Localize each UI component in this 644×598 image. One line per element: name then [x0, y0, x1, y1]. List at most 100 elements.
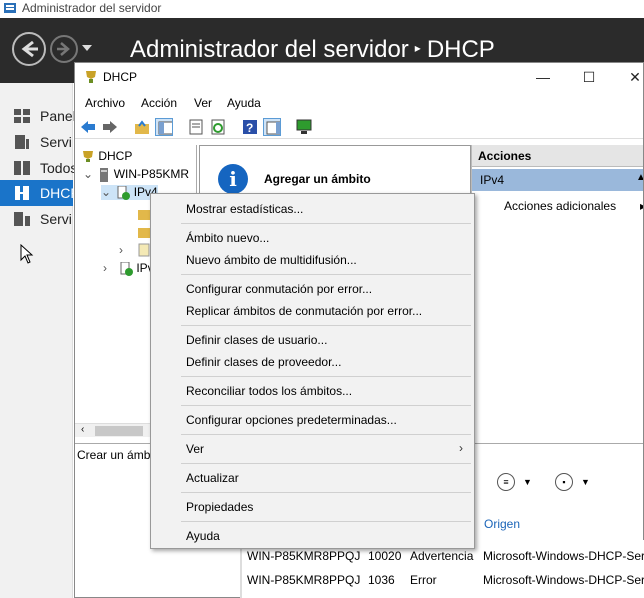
sidebar-item-label: Panel: [40, 108, 76, 124]
expand-chevron-icon[interactable]: ›: [103, 261, 107, 275]
menu-item-label: Nuevo ámbito de multidifusión...: [186, 253, 357, 267]
tree-node-dhcp-root[interactable]: DHCP: [81, 149, 132, 163]
sidebar-item-all-servers[interactable]: Todos: [0, 155, 77, 181]
sidebar-item-local-server[interactable]: Servi: [0, 129, 73, 155]
menu-separator: [181, 405, 471, 406]
menu-item-label: Ver: [186, 442, 205, 456]
menu-item-label: Mostrar estadísticas...: [186, 202, 304, 216]
menu-item-properties[interactable]: Propiedades: [152, 496, 473, 518]
menu-item-show-statistics[interactable]: Mostrar estadísticas...: [152, 198, 473, 220]
policies-icon[interactable]: [137, 243, 151, 257]
menu-item-new-scope[interactable]: Ámbito nuevo...: [152, 227, 473, 249]
forward-button[interactable]: [50, 35, 78, 63]
maximize-icon: ☐: [582, 69, 596, 85]
cell-source: Microsoft-Windows-DHCP-Ser: [483, 573, 644, 587]
monitor-icon[interactable]: [295, 118, 313, 136]
dhcp-node-icon: [83, 151, 93, 163]
tree-node-ipv6[interactable]: IPv: [119, 261, 154, 276]
show-hide-tree-icon[interactable]: [155, 118, 173, 136]
menu-item-replicate-failover-scopes[interactable]: Replicar ámbitos de conmutación por erro…: [152, 300, 473, 322]
menu-item-label: Actualizar: [186, 471, 239, 485]
cell-server: WIN-P85KMR8PPQJ: [247, 549, 361, 563]
add-scope-heading[interactable]: Agregar un ámbito: [264, 172, 371, 186]
forward-icon[interactable]: [101, 118, 119, 136]
menu-item-label: Reconciliar todos los ámbitos...: [186, 384, 353, 398]
cell-level: Advertencia: [410, 549, 474, 563]
refresh-icon[interactable]: [209, 118, 227, 136]
collapse-chevron-icon[interactable]: ⌄: [83, 167, 95, 181]
cell-level: Error: [410, 573, 437, 587]
up-folder-icon[interactable]: [133, 118, 151, 136]
menu-item-configure-failover[interactable]: Configurar conmutación por error...: [152, 278, 473, 300]
minimize-icon: —: [536, 69, 550, 85]
scroll-left-icon[interactable]: ‹: [81, 424, 84, 435]
server-manager-app-icon: [4, 3, 16, 13]
ipv4-node-icon: [117, 185, 131, 200]
dhcp-role-icon: [15, 186, 29, 200]
menu-item-set-predefined-options[interactable]: Configurar opciones predeterminadas...: [152, 409, 473, 431]
menu-archivo[interactable]: Archivo: [85, 96, 125, 110]
window-title: Administrador del servidor: [22, 1, 162, 15]
menu-separator: [181, 434, 471, 435]
menu-item-new-multicast-scope[interactable]: Nuevo ámbito de multidifusión...: [152, 249, 473, 271]
list-view-icon[interactable]: ≡: [497, 473, 515, 491]
cell-source: Microsoft-Windows-DHCP-Ser: [483, 549, 644, 563]
back-button[interactable]: [12, 32, 46, 66]
menu-separator: [181, 274, 471, 275]
sidebar-item-dhcp[interactable]: DHCP: [0, 180, 80, 206]
folder-icon[interactable]: [137, 225, 151, 239]
server-node-icon: [100, 167, 109, 182]
collapse-up-icon[interactable]: ▲: [636, 172, 643, 183]
menu-bar: Archivo Acción Ver Ayuda: [75, 93, 643, 113]
server-manager-titlebar: Administrador del servidor: [0, 0, 644, 18]
menu-accion[interactable]: Acción: [141, 96, 177, 110]
server-icon: [15, 135, 29, 149]
minimize-button[interactable]: —: [533, 67, 553, 87]
sidebar-item-label: Servi: [40, 134, 72, 150]
menu-item-help[interactable]: Ayuda: [152, 525, 473, 547]
submenu-chevron-icon: ›: [459, 441, 463, 455]
expand-chevron-icon[interactable]: ›: [119, 243, 123, 257]
page-title: Administrador del servidor ▸ DHCP: [130, 36, 495, 64]
status-text: Crear un ámbi: [77, 448, 154, 462]
folder-icon[interactable]: [137, 207, 151, 221]
column-header-origin[interactable]: Origen: [484, 517, 520, 531]
dhcp-titlebar: DHCP — ☐ ✕: [75, 63, 643, 91]
file-services-icon: [14, 212, 30, 226]
close-button[interactable]: ✕: [625, 67, 643, 87]
svg-text:?: ?: [246, 121, 253, 135]
menu-ayuda[interactable]: Ayuda: [227, 96, 261, 110]
menu-item-define-user-classes[interactable]: Definir clases de usuario...: [152, 329, 473, 351]
show-hide-action-pane-icon[interactable]: [263, 118, 281, 136]
sidebar-item-file-services[interactable]: Servi: [0, 206, 73, 232]
tree-node-server[interactable]: ⌄ WIN-P85KMR: [83, 167, 189, 182]
actions-section-ipv4[interactable]: IPv4 ▲: [472, 169, 643, 191]
save-icon[interactable]: ▪: [555, 473, 573, 491]
ipv6-node-icon: [120, 261, 133, 276]
maximize-button[interactable]: ☐: [579, 67, 599, 87]
more-actions-link[interactable]: Acciones adicionales: [504, 199, 616, 213]
actions-header-label: Acciones: [478, 149, 532, 163]
scrollbar-thumb[interactable]: [95, 426, 143, 436]
menu-item-define-vendor-classes[interactable]: Definir clases de proveedor...: [152, 351, 473, 373]
menu-item-view[interactable]: Ver ›: [152, 438, 473, 460]
events-toolbar: ≡ ▼ ▪ ▼: [475, 465, 643, 495]
cell-server: WIN-P85KMR8PPQJ: [247, 573, 361, 587]
menu-ver[interactable]: Ver: [194, 96, 212, 110]
dhcp-app-icon: [86, 71, 96, 83]
menu-item-reconcile-all-scopes[interactable]: Reconciliar todos los ámbitos...: [152, 380, 473, 402]
collapse-chevron-icon[interactable]: ⌄: [101, 185, 113, 199]
menu-item-label: Propiedades: [186, 500, 254, 514]
properties-sheet-icon[interactable]: [187, 118, 205, 136]
menu-item-refresh[interactable]: Actualizar: [152, 467, 473, 489]
dropdown-caret-icon[interactable]: ▼: [581, 477, 590, 487]
page-title-main: Administrador del servidor: [130, 36, 409, 63]
sidebar-item-panel[interactable]: Panel: [0, 103, 76, 129]
back-icon[interactable]: [79, 118, 97, 136]
dropdown-caret-icon[interactable]: ▼: [523, 477, 532, 487]
sidebar-item-label: Servi: [40, 211, 72, 227]
history-dropdown-icon[interactable]: [82, 45, 92, 53]
help-icon[interactable]: ?: [241, 118, 259, 136]
dashboard-icon: [14, 109, 30, 123]
actions-section-label: IPv4: [480, 173, 505, 187]
